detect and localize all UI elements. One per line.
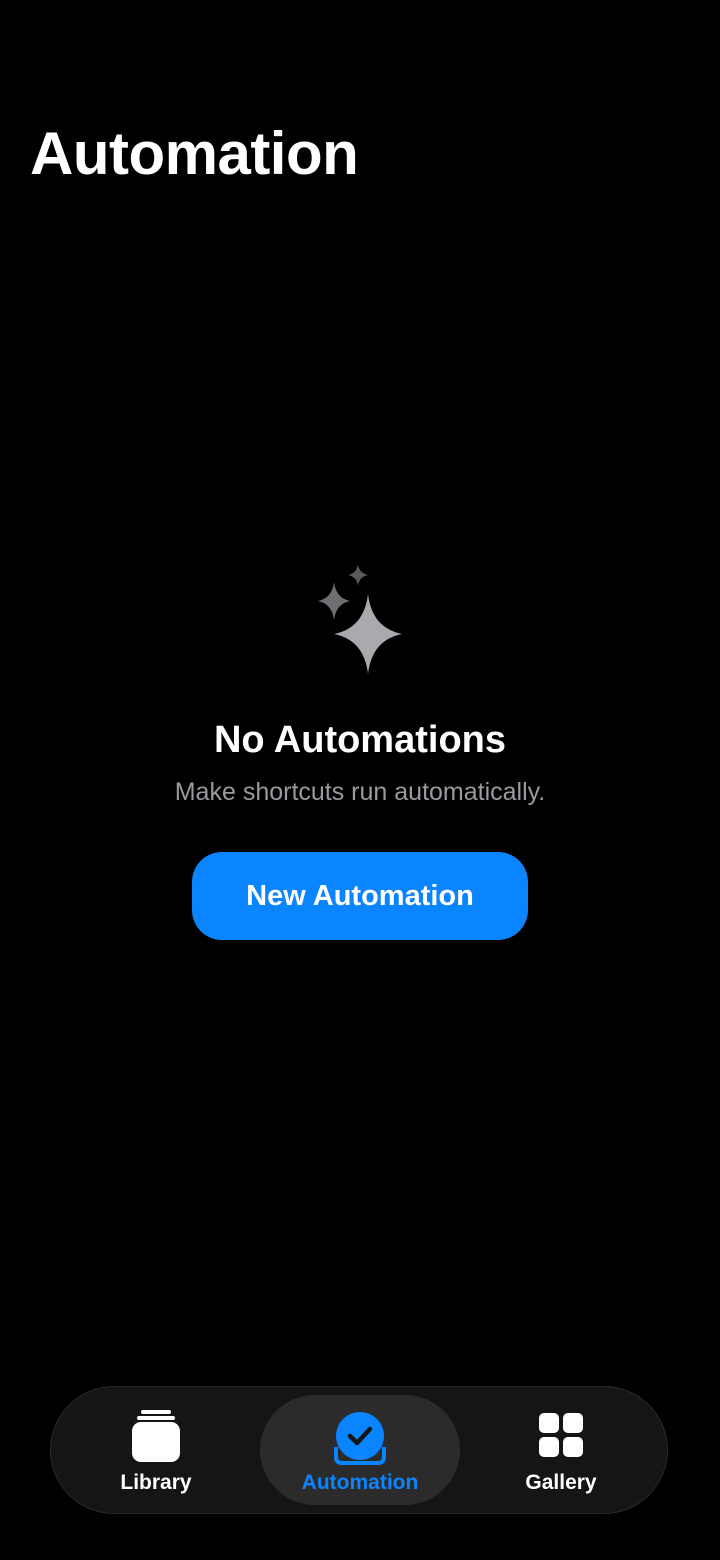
page-title: Automation: [30, 120, 359, 187]
tab-automation[interactable]: Automation: [260, 1395, 460, 1505]
empty-state-title: No Automations: [213, 719, 506, 761]
tab-label-library: Library: [120, 1471, 192, 1494]
new-automation-button[interactable]: New Automation: [192, 852, 528, 940]
library-stack-icon: [132, 1410, 180, 1462]
tab-library[interactable]: Library: [56, 1395, 256, 1505]
sparkles-icon: [318, 564, 402, 674]
automation-check-icon: [334, 1412, 386, 1465]
gallery-grid-icon: [539, 1413, 583, 1457]
empty-state: No Automations Make shortcuts run automa…: [0, 560, 720, 940]
tab-label-gallery: Gallery: [525, 1471, 597, 1494]
empty-state-subtitle: Make shortcuts run automatically.: [174, 778, 546, 806]
tab-label-automation: Automation: [301, 1471, 419, 1494]
tab-bar: Library Automation Gallery: [50, 1386, 668, 1514]
tab-gallery[interactable]: Gallery: [461, 1395, 661, 1505]
